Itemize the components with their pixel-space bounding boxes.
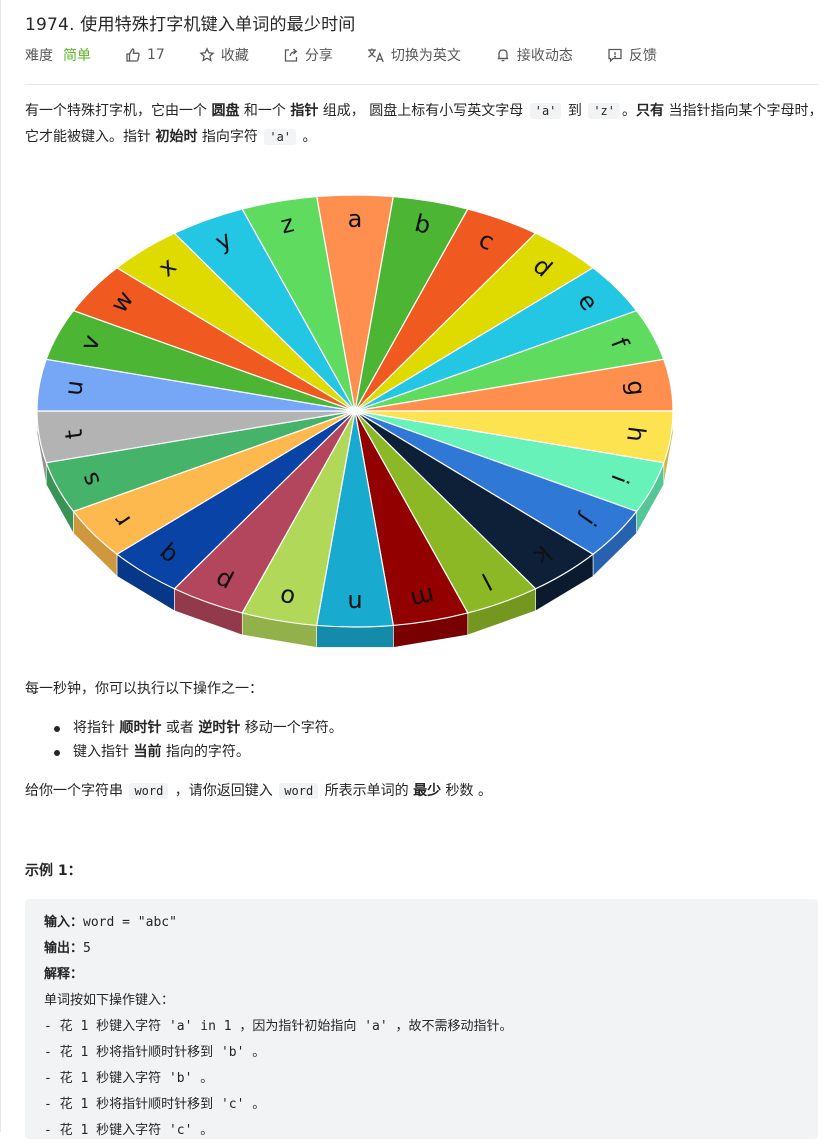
explanation-line: - 花 1 秒键入字符 'b' 。 (44, 1071, 214, 1086)
emphasis-text: 逆时针 (198, 720, 241, 736)
inline-code: word (279, 783, 319, 799)
wheel-top (36, 194, 674, 628)
wheel-letter: a (348, 205, 363, 233)
operation-item: 键入指针 当前 指向的字符。 (48, 740, 343, 764)
share-button[interactable]: 分享 (283, 45, 333, 65)
wheel-letter: n (347, 589, 362, 617)
star-icon (199, 47, 215, 62)
example-title: 示例 1： (25, 863, 82, 879)
header-divider (25, 84, 819, 85)
share-icon (284, 48, 297, 62)
feedback-icon (608, 48, 622, 63)
feedback-label: 反馈 (628, 48, 657, 64)
emphasis-text: 最少 (413, 783, 442, 799)
operations-intro: 每一秒钟，你可以执行以下操作之一： (25, 681, 263, 697)
text-run: 和一个 (239, 103, 291, 119)
emphasis-text: 指针 (290, 103, 319, 119)
operations-list: 将指针 顺时针 或者 逆时针 移动一个字符。 键入指针 当前 指向的字符。 (48, 716, 343, 764)
inline-code: 'z' (588, 103, 620, 119)
favorite-button[interactable]: 收藏 (199, 45, 249, 65)
text-run: 所表示单词的 (320, 783, 414, 799)
problem-title: 1974. 使用特殊打字机键入单词的最少时间 (25, 15, 356, 35)
input-label: 输入： (44, 915, 84, 930)
task-statement: 给你一个字符串 word ，请你返回键入 word 所表示单词的 最少 秒数 。 (25, 780, 492, 800)
like-button[interactable]: 17 (125, 47, 165, 63)
problem-meta-bar: 难度 简单 17 收藏 分享 切换为英文 接收动态 反馈 (25, 44, 691, 66)
text-run: 或者 (161, 720, 199, 736)
description-paragraph: 有一个特殊打字机，它由一个 圆盘 和一个 指针 组成， 圆盘上标有小写英文字母 … (25, 98, 823, 150)
thumbs-up-icon (126, 48, 140, 62)
difficulty-label: 难度 (25, 48, 53, 64)
explanation-line: 单词按如下操作键入： (44, 993, 175, 1008)
like-count: 17 (147, 47, 165, 63)
example-block: 输入：word = "abc" 输出：5 解释： 单词按如下操作键入： - 花 … (25, 899, 818, 1139)
text-run: 给你一个字符串 (25, 783, 128, 799)
wheel-side-segment (316, 625, 394, 648)
emphasis-text: 顺时针 (119, 720, 162, 736)
notify-button[interactable]: 接收动态 (495, 45, 573, 65)
text-run: 到 (563, 103, 587, 119)
emphasis-text: 只有 (636, 103, 664, 119)
favorite-label: 收藏 (220, 48, 249, 64)
explanation-line: - 花 1 秒将指针顺时针移到 'c' 。 (44, 1097, 266, 1112)
text-run: 指向的字符。 (161, 744, 250, 760)
operation-item: 将指针 顺时针 或者 逆时针 移动一个字符。 (48, 716, 343, 740)
input-value: word = "abc" (83, 915, 177, 930)
text-run: 秒数 。 (441, 783, 492, 799)
emphasis-text: 初始时 (155, 129, 198, 145)
bell-icon (497, 49, 509, 62)
text-run: 组成， 圆盘上标有小写英文字母 (318, 103, 528, 119)
text-run: ，请你返回键入 (170, 783, 278, 799)
inline-code: word (129, 783, 169, 799)
emphasis-text: 当前 (133, 744, 162, 760)
notify-label: 接收动态 (516, 48, 573, 64)
text-run: 移动一个字符。 (240, 720, 343, 736)
left-border (0, 0, 1, 1132)
inline-code: 'a' (264, 129, 297, 145)
text-run: 。 (622, 103, 636, 119)
difficulty-badge: 简单 (63, 48, 91, 64)
description-text: 有一个特殊打字机，它由一个 圆盘 和一个 指针 组成， 圆盘上标有小写英文字母 … (25, 98, 823, 150)
typewriter-wheel-image: a bcdefghijklmnopqrstuvwxyz (36, 194, 674, 648)
text-run: 将指针 (73, 720, 120, 736)
text-run: 指向字符 (197, 129, 263, 145)
explanation-line: - 花 1 秒键入字符 'a' in 1 ，因为指针初始指向 'a' ，故不需移… (44, 1019, 513, 1034)
share-label: 分享 (304, 48, 333, 64)
text-run: 有一个特殊打字机，它由一个 (25, 103, 212, 119)
explanation-line: - 花 1 秒将指针顺时针移到 'b' 。 (44, 1045, 266, 1060)
text-run: 键入指针 (73, 744, 134, 760)
text-run: 。 (298, 129, 317, 145)
explanation-label: 解释： (44, 967, 84, 982)
translate-label: 切换为英文 (390, 48, 461, 64)
output-value: 5 (83, 941, 91, 956)
emphasis-text: 圆盘 (211, 103, 240, 119)
translate-icon (367, 48, 384, 63)
translate-button[interactable]: 切换为英文 (367, 45, 461, 65)
output-label: 输出： (44, 941, 84, 956)
feedback-button[interactable]: 反馈 (607, 45, 657, 65)
explanation-line: - 花 1 秒键入字符 'c' 。 (44, 1123, 214, 1138)
example-content: 输入：word = "abc" 输出：5 解释： 单词按如下操作键入： - 花 … (44, 910, 513, 1144)
inline-code: 'a' (529, 103, 562, 119)
